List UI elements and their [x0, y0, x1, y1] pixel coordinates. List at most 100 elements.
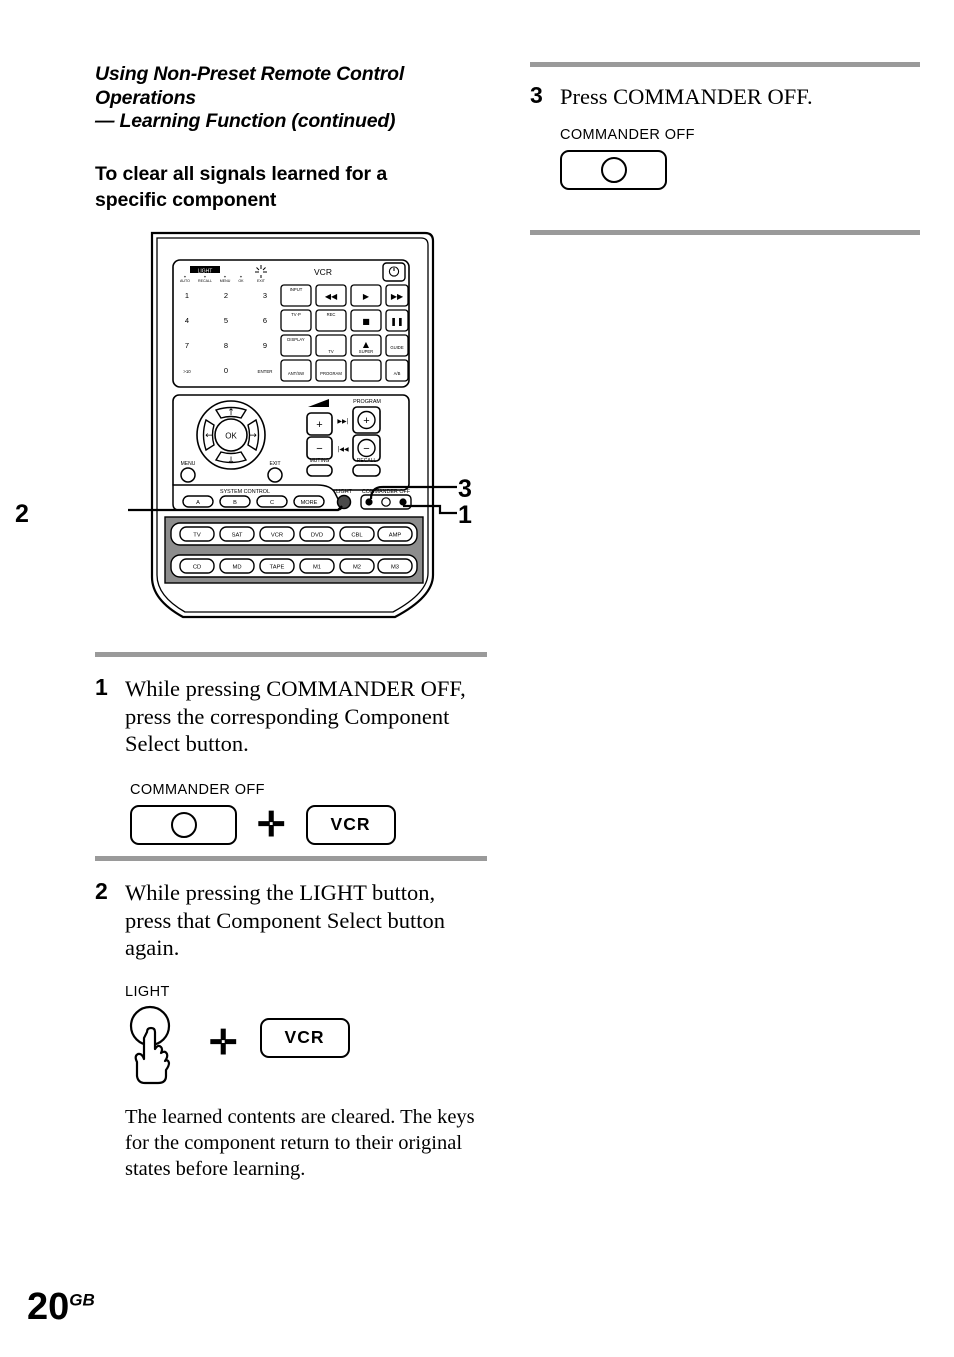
callout-3: 3 — [458, 475, 472, 503]
svg-text:VCR: VCR — [314, 267, 332, 277]
plus-sign-2: ✛ — [209, 1023, 238, 1062]
page-number: 20GB — [27, 1286, 95, 1329]
svg-text:PROGRAM: PROGRAM — [320, 371, 342, 376]
svg-text:SYSTEM CONTROL: SYSTEM CONTROL — [220, 489, 270, 495]
svg-text:5: 5 — [224, 316, 228, 325]
step-3-text: Press COMMANDER OFF. — [560, 84, 813, 109]
callout-2: 2 — [15, 500, 29, 528]
svg-text:▲: ▲ — [363, 340, 370, 349]
svg-text:PROGRAM: PROGRAM — [353, 399, 381, 405]
plus-sign-1: ✛ — [257, 805, 286, 844]
light-button-with-finger-icon[interactable] — [125, 1004, 187, 1086]
svg-text:0: 0 — [224, 366, 228, 375]
svg-text:2: 2 — [224, 291, 228, 300]
svg-text:A: A — [196, 500, 200, 506]
step-3-block: 3 Press COMMANDER OFF. COMMANDER OFF — [530, 62, 920, 235]
component-select-vcr-key-1[interactable]: VCR — [305, 804, 396, 845]
svg-text:1: 1 — [185, 291, 189, 300]
svg-text:CD: CD — [193, 565, 201, 571]
chapter-title-line3: — Learning Function (continued) — [95, 110, 396, 132]
step-1-text: While pressing COMMANDER OFF, press the … — [125, 676, 466, 756]
svg-text:AUTO: AUTO — [180, 279, 190, 283]
svg-text:▶: ▶ — [363, 292, 370, 301]
svg-text:MENU: MENU — [181, 461, 196, 467]
svg-text:COMMANDER OFF: COMMANDER OFF — [362, 489, 411, 495]
svg-text:RECALL: RECALL — [357, 458, 377, 464]
svg-text:MD: MD — [232, 565, 241, 571]
svg-text:→: → — [249, 431, 257, 441]
svg-text:ANT/SW: ANT/SW — [288, 371, 304, 376]
svg-text:8: 8 — [224, 341, 228, 350]
svg-text:MENU: MENU — [220, 279, 231, 283]
svg-text:MORE: MORE — [301, 500, 318, 506]
step-1-number: 1 — [95, 674, 108, 700]
svg-text:M1: M1 — [313, 565, 321, 571]
svg-text:DVD: DVD — [311, 533, 323, 539]
svg-text:C: C — [270, 500, 274, 506]
svg-text:4: 4 — [185, 316, 189, 325]
svg-text:TV: TV — [193, 533, 201, 539]
svg-text:−: − — [363, 443, 369, 455]
svg-text:+: + — [316, 419, 322, 431]
commander-off-circle-icon — [170, 811, 197, 838]
step-3-divider-bottom — [530, 229, 920, 235]
chapter-title: Using Non-Preset Remote Control Operatio… — [95, 63, 495, 134]
svg-text:3: 3 — [263, 291, 267, 300]
callout-1: 1 — [458, 501, 472, 529]
svg-text:M2: M2 — [353, 565, 361, 571]
svg-text:■: ■ — [362, 317, 370, 326]
svg-text:OK: OK — [225, 432, 237, 441]
step-2-block: 2 While pressing the LIGHT button, press… — [95, 856, 487, 1182]
chapter-title-line2: Operations — [95, 86, 196, 109]
svg-text:>10: >10 — [183, 369, 191, 374]
step-3-number: 3 — [530, 82, 543, 108]
svg-text:❚❚: ❚❚ — [390, 317, 403, 326]
svg-text:A/B: A/B — [394, 371, 401, 376]
page-number-value: 20 — [27, 1286, 70, 1328]
svg-text:EXIT: EXIT — [269, 461, 280, 467]
step-3-divider-top — [530, 62, 920, 67]
step-2-text: While pressing the LIGHT button, press t… — [125, 880, 445, 960]
step-1-block: 1 While pressing COMMANDER OFF, press th… — [95, 652, 487, 845]
svg-text:+: + — [363, 415, 369, 427]
svg-text:AMP: AMP — [389, 533, 402, 539]
svg-text:▶▶: ▶▶ — [391, 292, 404, 301]
svg-text:TAPE: TAPE — [270, 565, 285, 571]
step-2-caption: LIGHT — [125, 983, 170, 1000]
svg-text:GUIDE: GUIDE — [390, 345, 403, 350]
svg-text:←: ← — [205, 431, 213, 441]
svg-text:INPUT: INPUT — [290, 287, 303, 292]
step-1-divider — [95, 652, 487, 657]
svg-text:SUPER: SUPER — [359, 349, 373, 354]
remote-control-figure: LIGHT AUTO RECALL MENU OK EXIT ✦ ✦ ✦ ✦ V… — [15, 225, 487, 635]
svg-text:RECALL: RECALL — [198, 279, 212, 283]
svg-text:LIGHT: LIGHT — [198, 268, 213, 274]
svg-text:6: 6 — [263, 316, 267, 325]
svg-text:TV: TV — [328, 349, 334, 354]
step-2-number: 2 — [95, 878, 108, 904]
svg-text:↓: ↓ — [227, 456, 235, 466]
svg-text:M3: M3 — [391, 565, 399, 571]
commander-off-key[interactable] — [130, 804, 237, 845]
svg-text:DISPLAY: DISPLAY — [287, 337, 305, 342]
svg-text:EXIT: EXIT — [257, 279, 266, 283]
svg-text:9: 9 — [263, 341, 267, 350]
commander-off-circle-icon-step3 — [600, 156, 627, 183]
closing-paragraph: The learned contents are cleared. The ke… — [125, 1105, 475, 1180]
section-title-line1: To clear all signals learned for a — [95, 163, 388, 185]
svg-text:|◀◀: |◀◀ — [337, 446, 349, 453]
svg-text:VCR: VCR — [271, 533, 283, 539]
svg-text:LIGHT: LIGHT — [336, 489, 353, 495]
section-title: To clear all signals learned for a speci… — [95, 161, 490, 213]
svg-text:REC: REC — [327, 312, 336, 317]
step-2-divider — [95, 856, 487, 861]
svg-text:ENTER: ENTER — [258, 369, 273, 374]
document-page: Using Non-Preset Remote Control Operatio… — [0, 0, 954, 1357]
page-number-suffix: GB — [69, 1290, 95, 1310]
svg-text:TV·P: TV·P — [291, 312, 301, 317]
svg-text:◀◀: ◀◀ — [325, 292, 338, 301]
commander-off-key-step3[interactable] — [560, 149, 667, 190]
component-select-vcr-key-2[interactable]: VCR — [259, 1017, 350, 1058]
section-title-line2: specific component — [95, 189, 277, 211]
svg-text:7: 7 — [185, 341, 189, 350]
